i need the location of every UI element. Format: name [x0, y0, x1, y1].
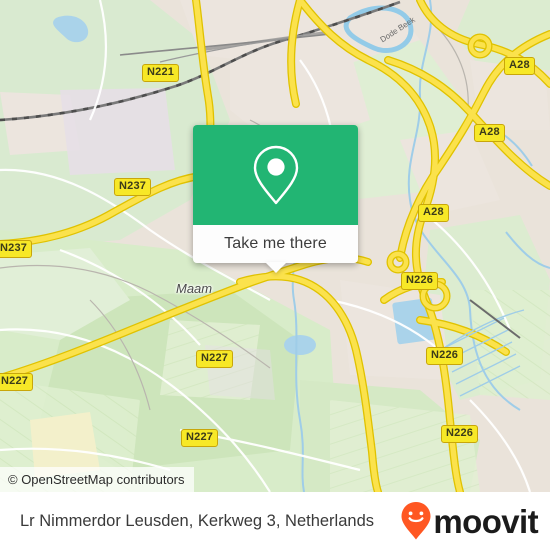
moovit-map-page: N221 N237 N237 A28 A28 A28 N226 N226 N22… — [0, 0, 550, 550]
place-label-maam: Maam — [176, 281, 213, 296]
road-shield: N226 — [426, 347, 464, 365]
road-shield: N227 — [196, 350, 234, 368]
moovit-logo[interactable]: moovit — [400, 502, 539, 540]
road-shield: A28 — [504, 57, 535, 75]
popup-image-panel — [193, 125, 358, 225]
popup-pointer-tail — [264, 262, 287, 273]
road-shield: N221 — [142, 64, 180, 82]
moovit-wordmark: moovit — [433, 502, 538, 540]
footer-bar: Lr Nimmerdor Leusden, Kerkweg 3, Netherl… — [0, 492, 550, 550]
address-label: Lr Nimmerdor Leusden, Kerkweg 3, Netherl… — [20, 511, 375, 530]
road-shield: N237 — [114, 178, 152, 196]
attribution-text: © OpenStreetMap contributors — [8, 472, 185, 487]
map-attribution: © OpenStreetMap contributors — [0, 467, 194, 492]
take-me-there-label: Take me there — [224, 235, 327, 252]
road-shield: N226 — [401, 272, 439, 290]
popup-action-bar[interactable]: Take me there — [193, 225, 358, 273]
road-shield: N227 — [0, 373, 34, 391]
road-shield: N227 — [181, 429, 219, 447]
destination-popup-card[interactable]: Take me there — [193, 125, 358, 273]
map-canvas[interactable]: N221 N237 N237 A28 A28 A28 N226 N226 N22… — [0, 0, 550, 492]
road-shield: N226 — [441, 425, 479, 443]
road-shield: A28 — [474, 124, 505, 142]
moovit-smiley-pin-icon — [401, 502, 431, 540]
road-shield: A28 — [418, 204, 449, 222]
road-shield: N237 — [0, 240, 33, 258]
location-pin-icon — [253, 145, 298, 205]
